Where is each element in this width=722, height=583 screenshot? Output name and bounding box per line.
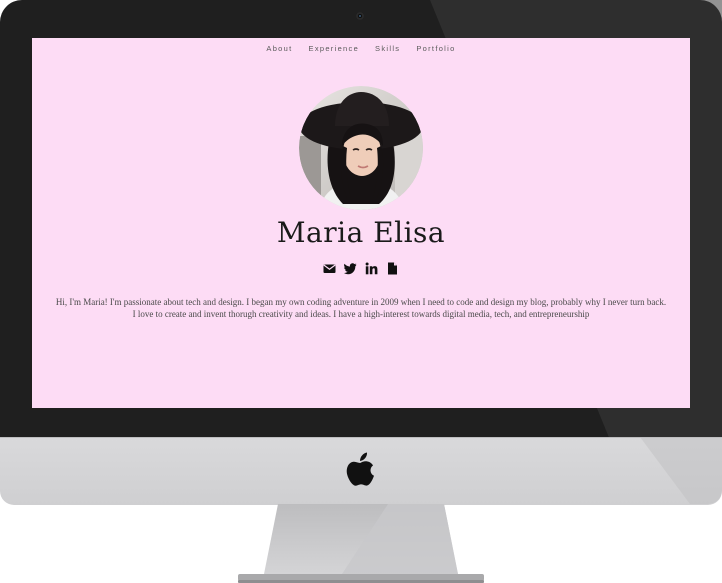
webcam bbox=[356, 12, 364, 20]
nav-link-experience[interactable]: Experience bbox=[309, 44, 360, 53]
profile-name: Maria Elisa bbox=[276, 216, 446, 249]
nav-link-skills[interactable]: Skills bbox=[375, 44, 400, 53]
bio-line-2: I love to create and invent thorugh crea… bbox=[132, 308, 590, 319]
nav-link-portfolio[interactable]: Portfolio bbox=[416, 44, 455, 53]
imac-mockup: About Experience Skills Portfolio Maria … bbox=[0, 0, 722, 583]
social-links bbox=[32, 262, 690, 275]
twitter-icon[interactable] bbox=[344, 262, 357, 275]
linkedin-icon[interactable] bbox=[365, 262, 378, 275]
website-screen: About Experience Skills Portfolio Maria … bbox=[32, 38, 690, 408]
resume-file-icon[interactable] bbox=[386, 262, 399, 275]
profile-photo bbox=[299, 86, 423, 210]
bio-line-1: Hi, I'm Maria! I'm passionate about tech… bbox=[55, 297, 667, 307]
top-navigation: About Experience Skills Portfolio bbox=[32, 44, 690, 53]
nav-link-about[interactable]: About bbox=[266, 44, 292, 53]
email-icon[interactable] bbox=[323, 262, 336, 275]
monitor-stand bbox=[238, 504, 484, 583]
apple-logo-icon bbox=[346, 452, 374, 486]
bio-text: Hi, I'm Maria! I'm passionate about tech… bbox=[42, 297, 680, 320]
